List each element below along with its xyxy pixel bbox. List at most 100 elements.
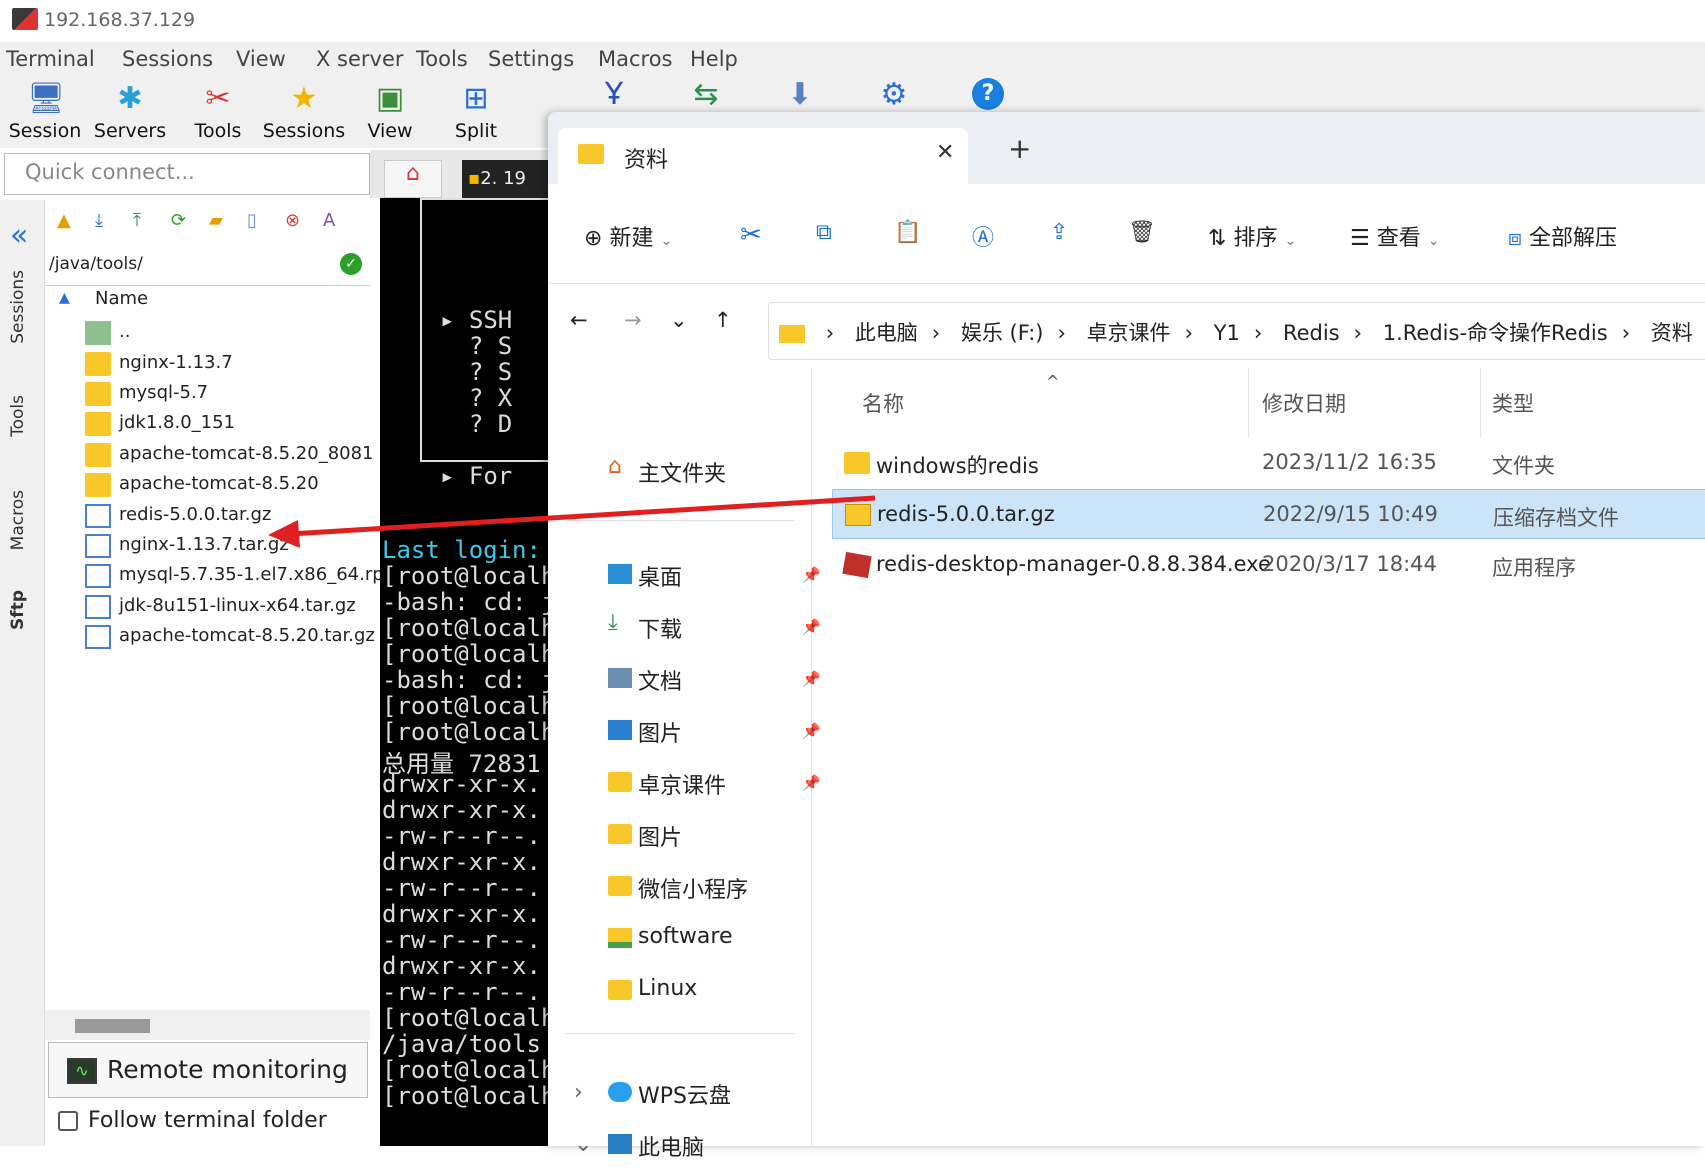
name-column-header[interactable]: Name [95, 288, 148, 309]
refresh-icon[interactable]: ⟳ [171, 210, 186, 231]
file-row[interactable]: windows的redis 2023/11/2 16:35 文件夹 [832, 438, 1705, 488]
breadcrumb-item[interactable]: 1.Redis-命令操作Redis [1383, 321, 1608, 345]
paste-icon[interactable]: 📋 [894, 220, 921, 245]
split-button[interactable]: ⊞ Split [434, 82, 518, 143]
monitor-graph-icon: ∿ [67, 1058, 97, 1084]
terminal-output[interactable]: ▸ SSH ? S ? S ? X ? D ▸ For Last login: [ro… [380, 198, 560, 1146]
home-tab[interactable]: ⌂ [384, 160, 442, 198]
menu-terminal[interactable]: Terminal [6, 47, 95, 71]
servers-button[interactable]: ✱ Servers [88, 82, 172, 143]
file-modified: 2022/9/15 10:49 [1263, 502, 1438, 526]
breadcrumb-item[interactable]: 娱乐 (F:) [961, 321, 1044, 345]
tunneling-button[interactable]: ⇆ [664, 78, 748, 116]
remote-monitoring-button[interactable]: ∿ Remote monitoring [48, 1042, 368, 1098]
breadcrumb-item[interactable]: Y1 [1214, 321, 1240, 345]
folder-icon [85, 412, 111, 436]
menu-settings[interactable]: Settings [488, 47, 574, 71]
breadcrumb-item[interactable]: 资料 [1651, 321, 1693, 345]
sftp-path[interactable]: /java/tools/ ✓ [45, 246, 370, 286]
rename-icon[interactable]: Ⓐ [972, 220, 994, 252]
breadcrumb[interactable]: › 此电脑 › 娱乐 (F:) › 卓京课件 › Y1 › Redis › 1.Redis… [768, 302, 1705, 360]
help-button[interactable]: ? [946, 78, 1030, 114]
session-label: Session [8, 120, 82, 142]
folder-icon [578, 144, 604, 164]
scrollbar-thumb[interactable] [75, 1019, 150, 1033]
folder-icon [608, 980, 632, 1000]
breadcrumb-item[interactable]: 此电脑 [855, 321, 918, 345]
menu-sessions[interactable]: Sessions [122, 47, 213, 71]
collapse-icon[interactable]: « [10, 218, 28, 253]
breadcrumb-sep: › [1184, 321, 1193, 345]
archive-icon [85, 504, 111, 528]
view-button[interactable]: ▣ View [348, 82, 432, 143]
terminal-line: [root@localh [382, 692, 556, 720]
cut-icon[interactable]: ✂ [740, 220, 762, 250]
up-icon[interactable]: ↑ [714, 308, 732, 332]
extract-all-button[interactable]: ⧈ 全部解压 [1508, 220, 1617, 252]
chevron-down-icon[interactable]: ⌄ [574, 1132, 592, 1157]
column-type[interactable]: 类型 [1492, 388, 1534, 418]
multiexec-button[interactable]: Ұ [572, 78, 656, 116]
nav-label: 此电脑 [638, 1136, 705, 1161]
sort-button[interactable]: ⇅ 排序 ⌄ [1208, 220, 1296, 252]
menu-help[interactable]: Help [690, 47, 738, 71]
new-tab-icon[interactable]: + [1008, 132, 1031, 165]
close-icon[interactable]: ✕ [936, 140, 954, 165]
recent-chevron-icon[interactable]: ⌄ [670, 308, 688, 332]
session-button[interactable]: 🖥 Session [3, 82, 87, 143]
archive-icon [85, 595, 111, 619]
menu-view[interactable]: View [236, 47, 286, 71]
file-row[interactable]: redis-desktop-manager-0.8.8.384.exe 2020/… [832, 540, 1705, 590]
rename-icon[interactable]: A [323, 210, 335, 231]
sessions-button[interactable]: ★ Sessions [262, 82, 346, 143]
new-button[interactable]: ⊕ 新建 ⌄ [584, 220, 672, 252]
column-modified[interactable]: 修改日期 [1262, 388, 1346, 418]
servers-label: Servers [93, 120, 167, 142]
folder-up-icon[interactable]: ▲ [57, 210, 71, 231]
menu-tools[interactable]: Tools [416, 47, 468, 71]
delete-icon[interactable]: ⊗ [285, 210, 300, 231]
terminal-line: [root@localh [382, 1082, 556, 1110]
new-file-icon[interactable]: ▯ [247, 210, 257, 231]
download-icon[interactable]: ⤓ [95, 210, 103, 231]
home-icon: ⌂ [406, 161, 420, 186]
menu-x-server[interactable]: X server [316, 47, 404, 71]
quick-connect-input[interactable]: Quick connect... [4, 153, 370, 195]
download-icon: ⤓ [608, 610, 618, 635]
tab-sftp[interactable]: Sftp [8, 590, 28, 630]
menu-bar: Terminal Sessions View X server Tools Se… [0, 42, 1705, 78]
menu-macros[interactable]: Macros [598, 47, 673, 71]
terminal-line: drwxr-xr-x. [382, 848, 541, 876]
copy-icon[interactable]: ⧉ [816, 220, 832, 245]
nav-label: 主文件夹 [638, 462, 727, 487]
forward-icon[interactable]: → [624, 308, 642, 332]
terminal-line: -rw-r--r--. [382, 978, 541, 1006]
upload-icon[interactable]: ⤒ [133, 210, 141, 231]
tools-button[interactable]: ✂ Tools [176, 82, 260, 143]
settings-button[interactable]: ⚙ [852, 78, 936, 116]
new-folder-icon[interactable]: ▰ [209, 210, 223, 231]
tab-sessions[interactable]: Sessions [8, 270, 28, 344]
horizontal-scrollbar[interactable] [45, 1010, 370, 1040]
terminal-line: -bash: cd: j [382, 588, 556, 616]
chevron-right-icon[interactable]: › [574, 1080, 583, 1105]
follow-terminal-folder[interactable]: Follow terminal folder [58, 1108, 327, 1133]
delete-icon[interactable]: 🗑 [1128, 220, 1156, 245]
terminal-line: drwxr-xr-x. [382, 770, 541, 798]
packages-button[interactable]: ⬇ [758, 78, 842, 116]
tab-macros[interactable]: Macros [8, 490, 28, 550]
explorer-tab[interactable]: 资料 ✕ [558, 128, 968, 184]
tab-title: 资料 [624, 148, 669, 173]
breadcrumb-item[interactable]: Redis [1283, 321, 1340, 345]
view-button[interactable]: ☰ 查看 ⌄ [1350, 220, 1439, 252]
share-icon[interactable]: ⇪ [1050, 220, 1068, 245]
path-ok-icon[interactable]: ✓ [340, 253, 362, 275]
exe-icon [842, 551, 872, 579]
breadcrumb-item[interactable]: 卓京课件 [1087, 321, 1171, 345]
follow-checkbox[interactable] [58, 1111, 78, 1131]
terminal-tab[interactable]: ▪2. 19 [462, 160, 562, 198]
file-row[interactable]: redis-5.0.0.tar.gz 2022/9/15 10:49 压缩存档文件 [832, 489, 1705, 539]
column-name[interactable]: 名称 [862, 388, 904, 418]
tab-tools[interactable]: Tools [8, 395, 28, 437]
back-icon[interactable]: ← [570, 308, 588, 332]
